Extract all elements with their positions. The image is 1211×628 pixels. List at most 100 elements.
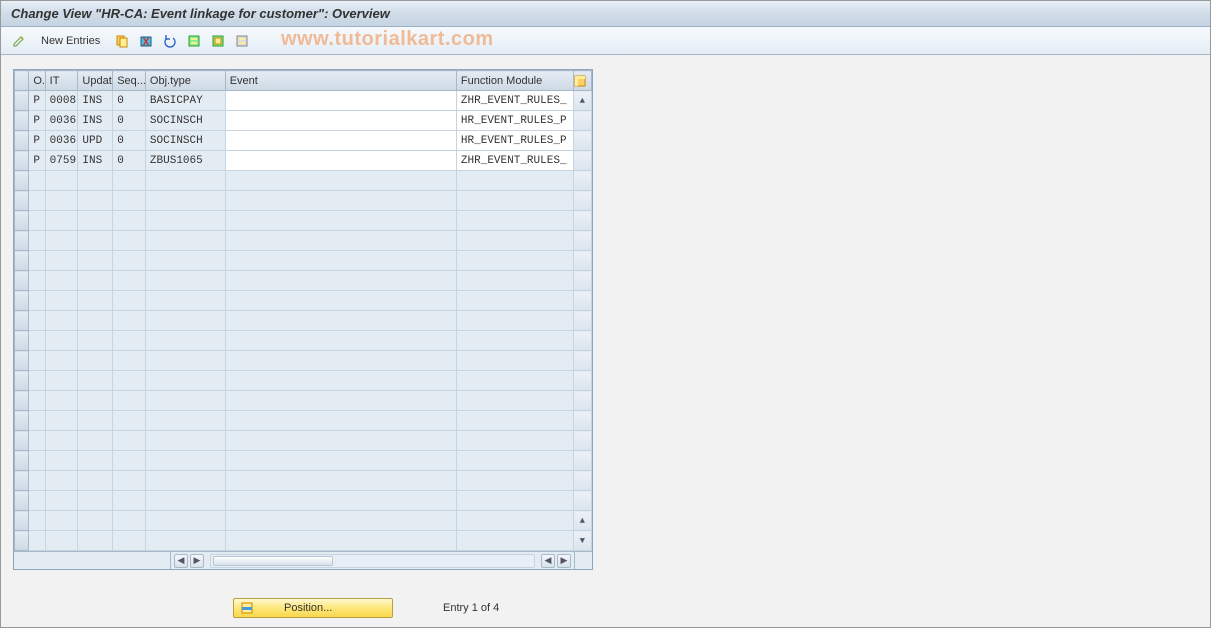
cell-fm[interactable] — [456, 391, 573, 411]
cell-objtype[interactable] — [145, 291, 225, 311]
select-all-button[interactable] — [184, 31, 204, 51]
cell-event[interactable] — [225, 131, 456, 151]
cell-o[interactable] — [29, 311, 45, 331]
col-header-it[interactable]: IT — [45, 71, 78, 91]
cell-seq[interactable] — [113, 391, 146, 411]
cell-fm[interactable] — [456, 451, 573, 471]
cell-it[interactable] — [45, 531, 78, 551]
cell-fm[interactable] — [456, 291, 573, 311]
select-block-button[interactable] — [208, 31, 228, 51]
cell-fm[interactable] — [456, 491, 573, 511]
cell-objtype[interactable]: SOCINSCH — [145, 131, 225, 151]
cell-seq[interactable] — [113, 211, 146, 231]
cell-objtype[interactable] — [145, 531, 225, 551]
new-entries-button[interactable]: New Entries — [33, 31, 108, 51]
cell-o[interactable] — [29, 451, 45, 471]
cell-it[interactable] — [45, 291, 78, 311]
row-selector[interactable] — [15, 431, 29, 451]
cell-fm[interactable] — [456, 471, 573, 491]
cell-o[interactable]: P — [29, 111, 45, 131]
cell-objtype[interactable] — [145, 491, 225, 511]
row-selector[interactable] — [15, 451, 29, 471]
cell-updat[interactable] — [78, 191, 113, 211]
cell-seq[interactable] — [113, 371, 146, 391]
row-selector[interactable] — [15, 531, 29, 551]
cell-event[interactable] — [225, 91, 456, 111]
row-selector[interactable] — [15, 371, 29, 391]
cell-fm[interactable] — [456, 271, 573, 291]
cell-it[interactable] — [45, 471, 78, 491]
cell-objtype[interactable] — [145, 251, 225, 271]
hscroll-track[interactable] — [210, 554, 535, 568]
cell-updat[interactable] — [78, 291, 113, 311]
cell-objtype[interactable] — [145, 271, 225, 291]
cell-it[interactable] — [45, 431, 78, 451]
vscroll-gutter[interactable]: ▲ — [573, 91, 591, 111]
cell-it[interactable] — [45, 271, 78, 291]
cell-updat[interactable] — [78, 211, 113, 231]
cell-updat[interactable] — [78, 331, 113, 351]
cell-event[interactable] — [225, 171, 456, 191]
cell-seq[interactable] — [113, 511, 146, 531]
cell-o[interactable] — [29, 371, 45, 391]
row-selector[interactable] — [15, 171, 29, 191]
cell-seq[interactable] — [113, 171, 146, 191]
cell-updat[interactable] — [78, 531, 113, 551]
row-selector[interactable] — [15, 471, 29, 491]
cell-it[interactable] — [45, 251, 78, 271]
cell-o[interactable]: P — [29, 151, 45, 171]
cell-seq[interactable] — [113, 471, 146, 491]
cell-o[interactable] — [29, 491, 45, 511]
cell-event[interactable] — [225, 271, 456, 291]
cell-seq[interactable]: 0 — [113, 111, 146, 131]
cell-objtype[interactable] — [145, 391, 225, 411]
cell-it[interactable] — [45, 311, 78, 331]
cell-event[interactable] — [225, 431, 456, 451]
cell-fm[interactable]: HR_EVENT_RULES_P — [456, 131, 573, 151]
cell-objtype[interactable] — [145, 311, 225, 331]
scroll-right[interactable]: ◀ — [541, 554, 555, 568]
cell-o[interactable] — [29, 331, 45, 351]
cell-o[interactable]: P — [29, 131, 45, 151]
cell-fm[interactable] — [456, 251, 573, 271]
cell-o[interactable] — [29, 391, 45, 411]
cell-event[interactable] — [225, 151, 456, 171]
cell-fm[interactable] — [456, 531, 573, 551]
cell-o[interactable] — [29, 511, 45, 531]
cell-event[interactable] — [225, 391, 456, 411]
cell-seq[interactable] — [113, 191, 146, 211]
cell-fm[interactable] — [456, 351, 573, 371]
cell-it[interactable] — [45, 171, 78, 191]
scroll-left[interactable]: ▶ — [190, 554, 204, 568]
cell-updat[interactable]: INS — [78, 151, 113, 171]
cell-it[interactable]: 0036 — [45, 131, 78, 151]
cell-objtype[interactable]: ZBUS1065 — [145, 151, 225, 171]
cell-o[interactable] — [29, 411, 45, 431]
vscroll-gutter[interactable]: ▲ — [573, 511, 591, 531]
select-all-header[interactable] — [15, 71, 29, 91]
cell-fm[interactable]: ZHR_EVENT_RULES_ — [456, 151, 573, 171]
cell-seq[interactable] — [113, 531, 146, 551]
cell-updat[interactable]: INS — [78, 91, 113, 111]
cell-fm[interactable] — [456, 311, 573, 331]
row-selector[interactable] — [15, 311, 29, 331]
cell-objtype[interactable] — [145, 511, 225, 531]
cell-updat[interactable] — [78, 451, 113, 471]
cell-fm[interactable] — [456, 371, 573, 391]
cell-objtype[interactable] — [145, 211, 225, 231]
cell-updat[interactable] — [78, 311, 113, 331]
cell-event[interactable] — [225, 211, 456, 231]
cell-event[interactable] — [225, 531, 456, 551]
cell-event[interactable] — [225, 191, 456, 211]
cell-seq[interactable]: 0 — [113, 131, 146, 151]
cell-fm[interactable] — [456, 211, 573, 231]
cell-updat[interactable] — [78, 371, 113, 391]
row-selector[interactable] — [15, 251, 29, 271]
cell-o[interactable] — [29, 531, 45, 551]
cell-o[interactable] — [29, 271, 45, 291]
cell-fm[interactable]: ZHR_EVENT_RULES_ — [456, 91, 573, 111]
cell-event[interactable] — [225, 411, 456, 431]
cell-event[interactable] — [225, 331, 456, 351]
cell-fm[interactable] — [456, 331, 573, 351]
row-selector[interactable] — [15, 391, 29, 411]
